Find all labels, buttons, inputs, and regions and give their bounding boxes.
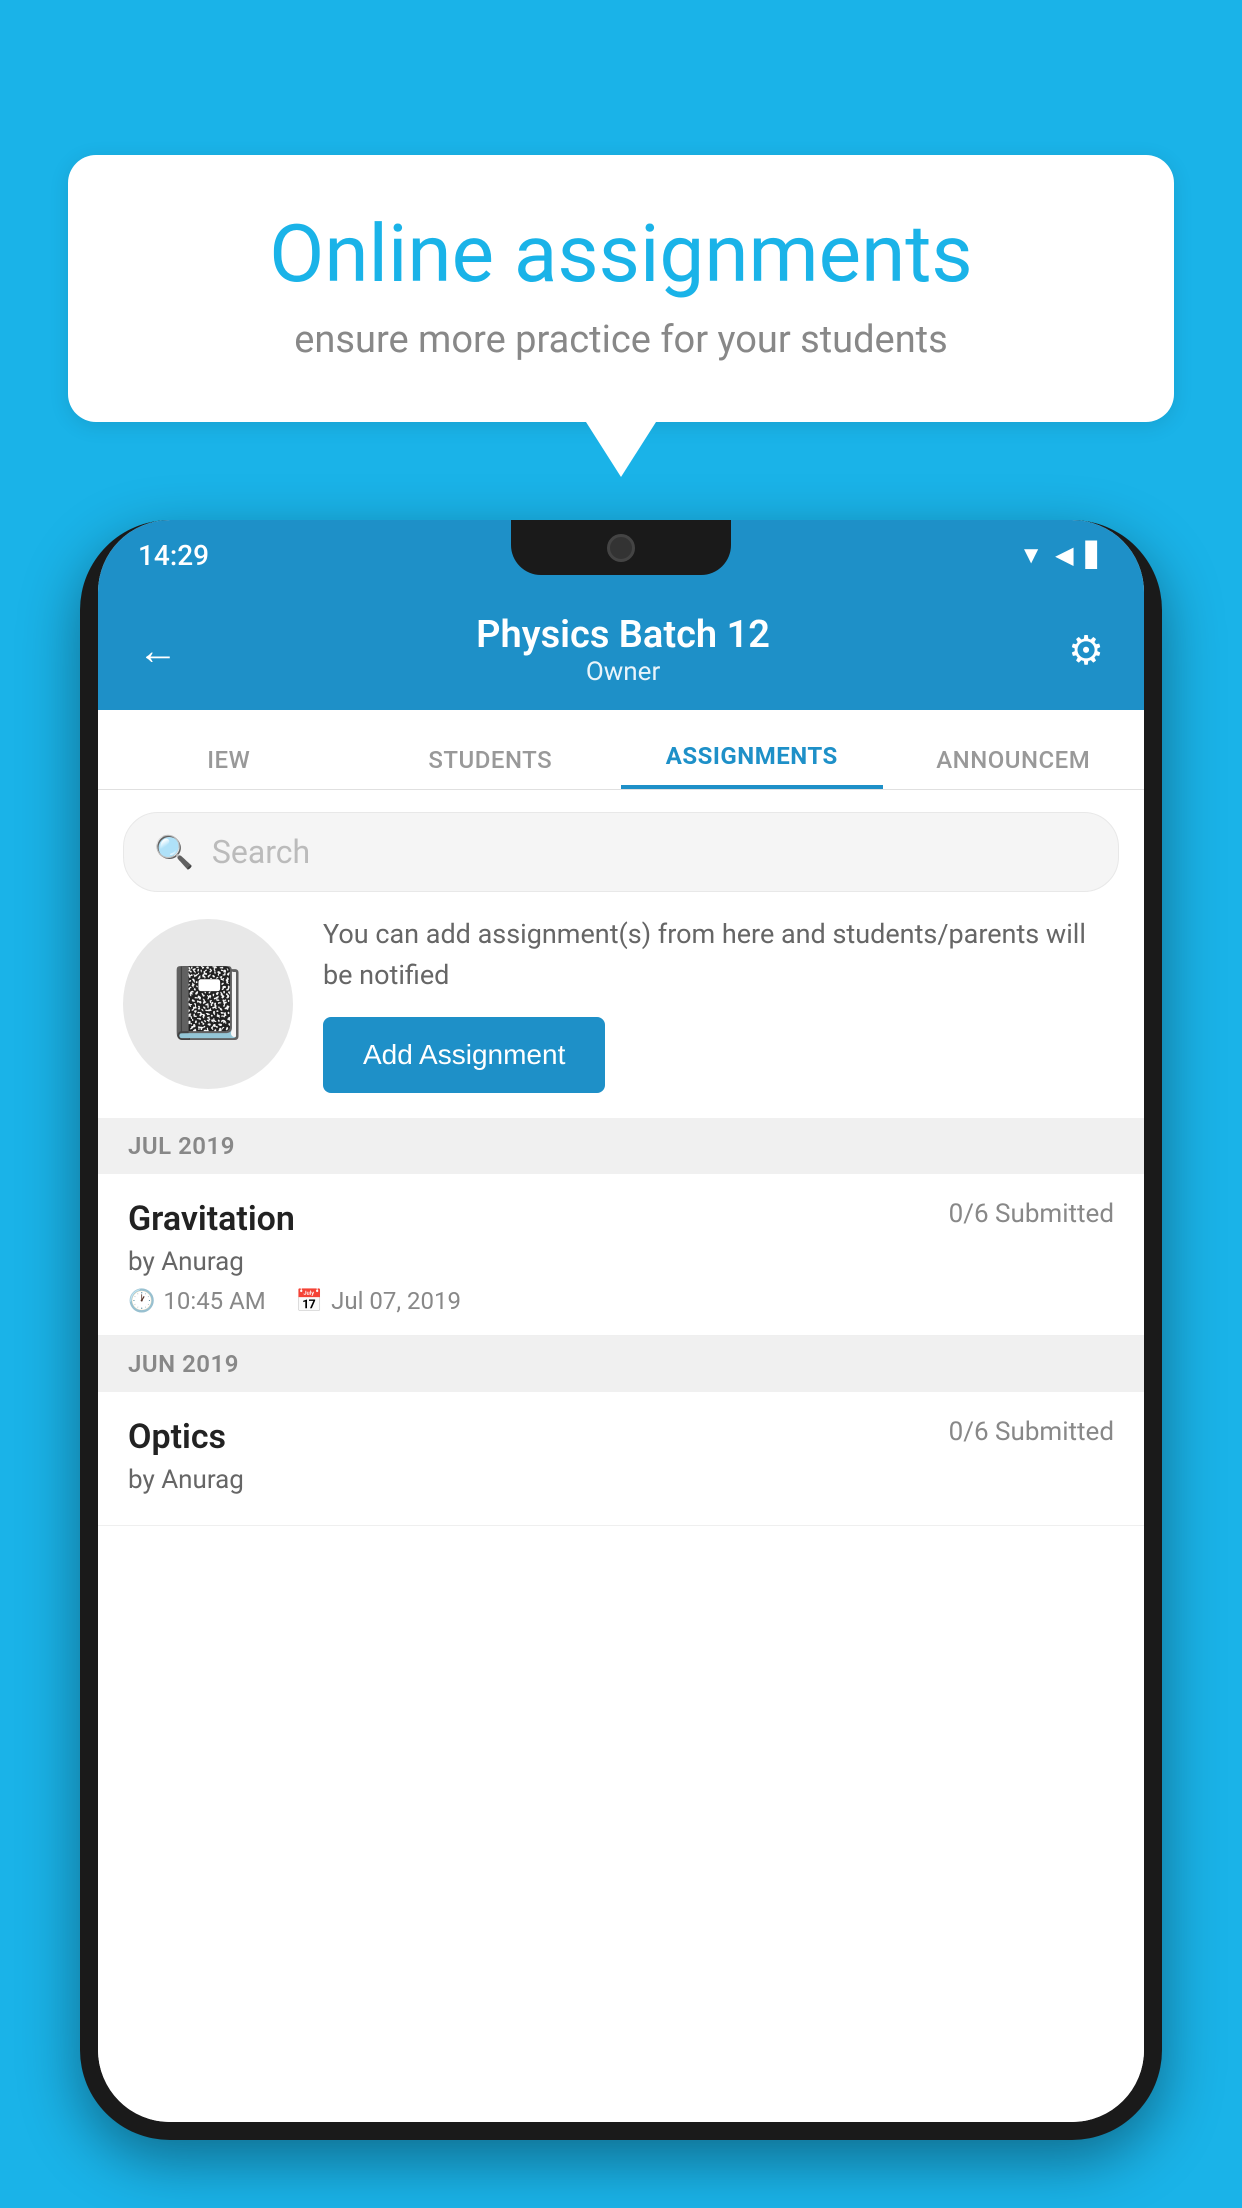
- speech-bubble-pointer: [586, 422, 656, 477]
- status-time: 14:29: [138, 539, 209, 572]
- promo-content: You can add assignment(s) from here and …: [323, 914, 1119, 1093]
- phone: 14:29 ▼ ◀ ▋ ← Physics Batch 12 Owner ⚙ I…: [80, 520, 1162, 2140]
- assignment-item-gravitation[interactable]: Gravitation 0/6 Submitted by Anurag 🕐 10…: [98, 1174, 1144, 1336]
- content-area: 🔍 Search 📓 You can add assignment(s) fro…: [98, 790, 1144, 2122]
- assignment-meta-gravitation: 🕐 10:45 AM 📅 Jul 07, 2019: [128, 1287, 1114, 1315]
- tabs: IEW STUDENTS ASSIGNMENTS ANNOUNCEM: [98, 710, 1144, 790]
- camera: [607, 534, 635, 562]
- settings-icon[interactable]: ⚙: [1068, 627, 1104, 674]
- assignment-item-optics[interactable]: Optics 0/6 Submitted by Anurag: [98, 1392, 1144, 1526]
- assignment-name-gravitation: Gravitation: [128, 1199, 295, 1239]
- app-header: ← Physics Batch 12 Owner ⚙: [98, 590, 1144, 710]
- tab-assignments[interactable]: ASSIGNMENTS: [621, 742, 883, 789]
- assignment-name-optics: Optics: [128, 1417, 226, 1457]
- assignment-time: 10:45 AM: [163, 1287, 265, 1315]
- tab-iew[interactable]: IEW: [98, 746, 360, 789]
- promo-icon-circle: 📓: [123, 919, 293, 1089]
- tab-students[interactable]: STUDENTS: [360, 746, 622, 789]
- phone-screen: 14:29 ▼ ◀ ▋ ← Physics Batch 12 Owner ⚙ I…: [98, 520, 1144, 2122]
- notebook-icon: 📓: [164, 963, 251, 1045]
- wifi-icon: ▼: [1019, 541, 1043, 570]
- section-jul-2019: JUL 2019: [98, 1118, 1144, 1174]
- back-button[interactable]: ←: [138, 627, 178, 674]
- phone-container: 14:29 ▼ ◀ ▋ ← Physics Batch 12 Owner ⚙ I…: [80, 520, 1162, 2208]
- battery-icon: ▋: [1086, 541, 1104, 569]
- status-icons: ▼ ◀ ▋: [1019, 541, 1104, 570]
- header-center: Physics Batch 12 Owner: [476, 613, 770, 687]
- add-assignment-button[interactable]: Add Assignment: [323, 1017, 605, 1093]
- header-subtitle: Owner: [476, 657, 770, 687]
- header-title: Physics Batch 12: [476, 613, 770, 657]
- tab-announcements[interactable]: ANNOUNCEM: [883, 746, 1145, 789]
- meta-time-gravitation: 🕐 10:45 AM: [128, 1287, 266, 1315]
- search-icon: 🔍: [154, 833, 194, 871]
- search-placeholder: Search: [212, 833, 310, 871]
- assignment-date: Jul 07, 2019: [331, 1287, 461, 1315]
- search-bar[interactable]: 🔍 Search: [123, 812, 1119, 892]
- speech-bubble-container: Online assignments ensure more practice …: [68, 155, 1174, 477]
- speech-bubble-title: Online assignments: [138, 210, 1104, 298]
- calendar-icon: 📅: [296, 1289, 323, 1314]
- assignment-submitted-gravitation: 0/6 Submitted: [949, 1199, 1114, 1229]
- meta-date-gravitation: 📅 Jul 07, 2019: [296, 1287, 461, 1315]
- assignment-promo: 📓 You can add assignment(s) from here an…: [123, 914, 1119, 1093]
- signal-icon: ◀: [1055, 541, 1073, 569]
- speech-bubble-subtitle: ensure more practice for your students: [138, 318, 1104, 362]
- phone-notch: [511, 520, 731, 575]
- promo-text: You can add assignment(s) from here and …: [323, 914, 1119, 995]
- assignment-by-optics: by Anurag: [128, 1465, 1114, 1495]
- optics-row1: Optics 0/6 Submitted: [128, 1417, 1114, 1457]
- assignment-submitted-optics: 0/6 Submitted: [949, 1417, 1114, 1447]
- clock-icon: 🕐: [128, 1289, 155, 1314]
- section-jun-2019: JUN 2019: [98, 1336, 1144, 1392]
- speech-bubble: Online assignments ensure more practice …: [68, 155, 1174, 422]
- assignment-row1: Gravitation 0/6 Submitted: [128, 1199, 1114, 1239]
- assignment-by-gravitation: by Anurag: [128, 1247, 1114, 1277]
